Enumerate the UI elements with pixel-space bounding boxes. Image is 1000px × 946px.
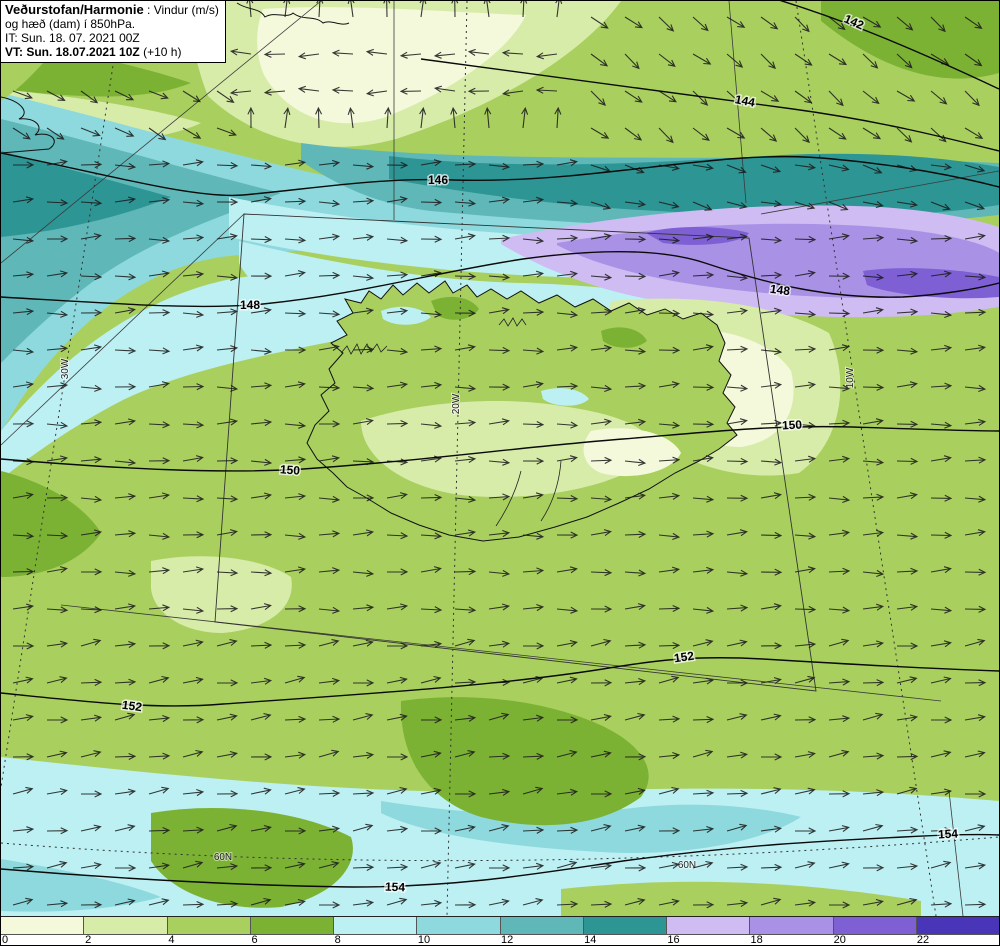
weather-chart-frame: 30W 20W 10W 60N 60N 142 144 146 148 148 150 150 152 1…: [0, 0, 1000, 946]
meridian-label: 10W: [845, 367, 856, 388]
height-contour-label: 148: [769, 282, 791, 299]
colorbar-band-12: [500, 917, 584, 934]
colorbar-tick-label: 2: [85, 934, 92, 946]
colorbar-band-2: [84, 917, 168, 934]
map-canvas: 30W 20W 10W 60N 60N 142 144 146 148 148 150 150 152 1…: [1, 1, 999, 916]
meridian-label: 30W: [60, 358, 71, 379]
colorbar-band-6: [250, 917, 334, 934]
colorbar-tick-label: 22: [916, 934, 930, 946]
colorbar-band-16: [667, 917, 751, 934]
meridian-label: 20W: [451, 393, 462, 414]
title-line-1: Veðurstofan/Harmonie : Vindur (m/s): [5, 2, 219, 18]
parallel-label: 60N: [214, 852, 232, 863]
height-contour-label: 154: [385, 880, 406, 895]
colorbar-tick-label: 4: [168, 934, 175, 946]
colorbar-tick-label: 6: [251, 934, 258, 946]
colorbar-tick-label: 18: [750, 934, 763, 946]
colorbar-band-22: [916, 917, 999, 934]
colorbar-tick-label: 12: [501, 934, 514, 946]
title-line-2: og hæð (dam) í 850hPa.: [5, 17, 136, 31]
height-contour-label: 152: [673, 649, 695, 666]
init-time: IT: Sun. 18. 07. 2021 00Z: [5, 31, 140, 45]
valid-time: VT: Sun. 18.07.2021 10Z (+10 h): [5, 45, 182, 59]
height-contour-label: 146: [428, 173, 448, 187]
colorbar-band-0: [1, 917, 85, 934]
height-contour-label: 152: [121, 698, 143, 715]
colorbar-tick-labels: 0 2 4 6 8 10 12 14 16 18 20 22: [1, 934, 999, 946]
colorbar-tick-label: 16: [667, 934, 680, 946]
colorbar-band-20: [833, 917, 917, 934]
colorbar-band-8: [334, 917, 418, 934]
height-contour-label: 154: [938, 826, 959, 841]
height-contour-label: 150: [782, 417, 803, 432]
parallel-label: 60N: [678, 860, 696, 871]
colorbar-tick-label: 10: [417, 934, 431, 946]
colorbar-cells: [1, 916, 999, 935]
wind-speed-colorbar: 0 2 4 6 8 10 12 14 16 18 20 22: [1, 916, 999, 945]
colorbar-band-4: [167, 917, 251, 934]
chart-title-box: Veðurstofan/Harmonie : Vindur (m/s) og h…: [1, 1, 226, 63]
model-name: Veðurstofan/Harmonie: [5, 2, 144, 17]
height-contour-label: 150: [280, 462, 301, 477]
colorbar-tick-label: 8: [334, 934, 341, 946]
colorbar-band-14: [583, 917, 667, 934]
colorbar-tick-label: 0: [2, 934, 9, 946]
height-contour-label: 148: [240, 298, 260, 312]
colorbar-band-18: [750, 917, 834, 934]
wind-height-map: 30W20W10W60N60N1421441461481481501501521…: [1, 1, 999, 916]
colorbar-band-10: [417, 917, 501, 934]
colorbar-tick-label: 14: [584, 934, 597, 946]
colorbar-tick-label: 20: [833, 934, 846, 946]
